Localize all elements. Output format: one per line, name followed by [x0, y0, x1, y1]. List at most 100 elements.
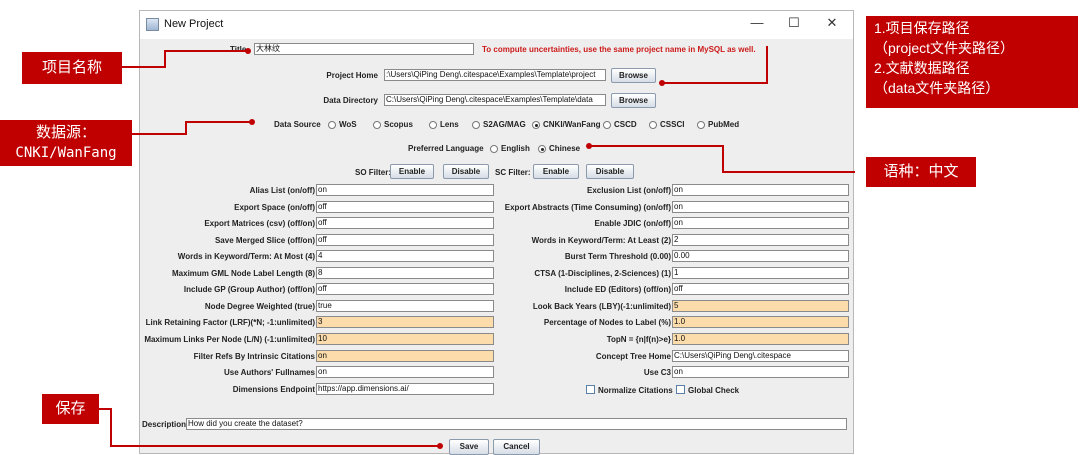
callout-paths: 1.项目保存路径 （project文件夹路径） 2.文献数据路径 （data文件… — [866, 16, 1078, 108]
param-label-right-3: Words in Keyword/Term: At Least (2) — [531, 236, 671, 245]
description-input[interactable]: How did you create the dataset? — [186, 418, 847, 430]
global-check-checkbox[interactable] — [676, 385, 685, 394]
param-input-right-11[interactable]: on — [672, 366, 849, 378]
param-input-left-12[interactable]: https://app.dimensions.ai/ — [316, 383, 494, 395]
preferred-language-label: Preferred Language — [408, 144, 484, 153]
param-input-right-5[interactable]: 1 — [672, 267, 849, 279]
title-label: Title — [230, 45, 247, 54]
param-input-left-3[interactable]: off — [316, 234, 494, 246]
data-source-option-cssci: CSSCI — [660, 120, 685, 129]
callout-project-name-text: 项目名称 — [41, 59, 102, 76]
save-button[interactable]: Save — [449, 439, 489, 455]
param-label-right-5: CTSA (1-Disciplines, 2-Sciences) (1) — [534, 269, 671, 278]
so-disable-button[interactable]: Disable — [443, 164, 489, 179]
minimize-icon[interactable]: — — [748, 15, 766, 30]
so-filter-label: SO Filter: — [355, 168, 392, 177]
param-label-right-6: Include ED (Editors) (off/on) — [564, 285, 671, 294]
browse-data-button[interactable]: Browse — [611, 93, 656, 108]
normalize-citations-checkbox[interactable] — [586, 385, 595, 394]
param-label-right-2: Enable JDIC (on/off) — [594, 219, 671, 228]
java-app-icon — [146, 18, 159, 31]
radio-language-english[interactable] — [490, 145, 498, 153]
param-input-right-0[interactable]: on — [672, 184, 849, 196]
radio-language-chinese[interactable] — [538, 145, 546, 153]
sc-filter-label: SC Filter: — [495, 168, 531, 177]
project-home-input[interactable]: :\Users\QiPing Deng\.citespace\Examples\… — [384, 69, 606, 81]
callout-data-source: 数据源： CNKI/WanFang — [0, 120, 132, 166]
data-source-option-cscd: CSCD — [614, 120, 637, 129]
param-label-right-11: Use C3 — [643, 368, 671, 377]
param-input-right-10[interactable]: C:\Users\QiPing Deng\.citespace — [672, 350, 849, 362]
param-input-left-9[interactable]: 10 — [316, 333, 494, 345]
param-label-right-7: Look Back Years (LBY)(-1:unlimited) — [532, 302, 671, 311]
browse-project-button[interactable]: Browse — [611, 68, 656, 83]
param-input-left-2[interactable]: off — [316, 217, 494, 229]
param-label-left-9: Maximum Links Per Node (L/N) (-1:unlimit… — [144, 335, 315, 344]
radio-pubmed[interactable] — [697, 121, 705, 129]
param-input-right-1[interactable]: on — [672, 201, 849, 213]
so-enable-button[interactable]: Enable — [390, 164, 434, 179]
radio-cssci[interactable] — [649, 121, 657, 129]
callout-paths-line1: 1.项目保存路径 — [874, 20, 970, 36]
param-label-right-10: Concept Tree Home — [595, 352, 671, 361]
uncertainty-warning: To compute uncertainties, use the same p… — [482, 45, 756, 54]
param-label-left-11: Use Authors' Fullnames — [224, 368, 315, 377]
param-label-left-4: Words in Keyword/Term: At Most (4) — [177, 252, 315, 261]
param-label-left-6: Include GP (Group Author) (off/on) — [183, 285, 315, 294]
data-source-option-pubmed: PubMed — [708, 120, 740, 129]
param-input-right-2[interactable]: on — [672, 217, 849, 229]
param-input-right-6[interactable]: off — [672, 283, 849, 295]
param-input-left-8[interactable]: 3 — [316, 316, 494, 328]
callout-save-text: 保存 — [55, 400, 86, 417]
param-input-left-10[interactable]: on — [316, 350, 494, 362]
data-source-option-lens: Lens — [440, 120, 459, 129]
param-input-left-7[interactable]: true — [316, 300, 494, 312]
callout-paths-line4: （data文件夹路径） — [874, 80, 1000, 96]
radio-lens[interactable] — [429, 121, 437, 129]
param-label-left-3: Save Merged Slice (off/on) — [214, 236, 315, 245]
param-input-left-4[interactable]: 4 — [316, 250, 494, 262]
sc-disable-button[interactable]: Disable — [586, 164, 634, 179]
param-label-right-9: TopN = {n|f(n)>e} — [606, 335, 671, 344]
param-label-left-12: Dimensions Endpoint — [232, 385, 315, 394]
param-input-right-9[interactable]: 1.0 — [672, 333, 849, 345]
data-directory-input[interactable]: C:\Users\QiPing Deng\.citespace\Examples… — [384, 94, 606, 106]
radio-scopus[interactable] — [373, 121, 381, 129]
normalize-citations-label: Normalize Citations — [598, 386, 673, 395]
title-input[interactable]: 大林纹 — [254, 43, 474, 55]
callout-language: 语种：中文 — [866, 157, 976, 187]
param-input-left-6[interactable]: off — [316, 283, 494, 295]
param-input-left-0[interactable]: on — [316, 184, 494, 196]
param-label-right-4: Burst Term Threshold (0.00) — [564, 252, 671, 261]
window-title: New Project — [164, 18, 224, 30]
radio-cscd[interactable] — [603, 121, 611, 129]
sc-enable-button[interactable]: Enable — [533, 164, 579, 179]
param-input-right-4[interactable]: 0.00 — [672, 250, 849, 262]
callout-paths-line2: （project文件夹路径） — [874, 40, 1015, 56]
close-icon[interactable]: ✕ — [823, 15, 841, 31]
param-input-right-7[interactable]: 5 — [672, 300, 849, 312]
callout-project-name: 项目名称 — [22, 52, 122, 84]
new-project-window: New Project — ☐ ✕ Title 大林纹 To compute u… — [139, 10, 854, 455]
callout-paths-line3: 2.文献数据路径 — [874, 60, 970, 76]
callout-data-source-line1: 数据源： — [35, 124, 96, 141]
data-directory-label: Data Directory — [323, 96, 378, 105]
param-input-left-1[interactable]: off — [316, 201, 494, 213]
radio-s2ag-mag[interactable] — [472, 121, 480, 129]
param-input-right-8[interactable]: 1.0 — [672, 316, 849, 328]
param-label-left-1: Export Space (on/off) — [234, 203, 315, 212]
radio-wos[interactable] — [328, 121, 336, 129]
radio-cnki-wanfang[interactable] — [532, 121, 540, 129]
language-option-chinese: Chinese — [549, 144, 581, 153]
data-source-option-cnki-wanfang: CNKI/WanFang — [543, 120, 601, 129]
param-input-left-5[interactable]: 8 — [316, 267, 494, 279]
project-home-label: Project Home — [326, 71, 378, 80]
param-input-left-11[interactable]: on — [316, 366, 494, 378]
maximize-icon[interactable]: ☐ — [785, 15, 803, 31]
param-label-left-0: Alias List (on/off) — [249, 186, 315, 195]
cancel-button[interactable]: Cancel — [493, 439, 540, 455]
data-source-option-s2ag-mag: S2AG/MAG — [483, 120, 526, 129]
data-source-option-wos: WoS — [339, 120, 357, 129]
callout-language-text: 语种：中文 — [883, 163, 959, 180]
param-input-right-3[interactable]: 2 — [672, 234, 849, 246]
